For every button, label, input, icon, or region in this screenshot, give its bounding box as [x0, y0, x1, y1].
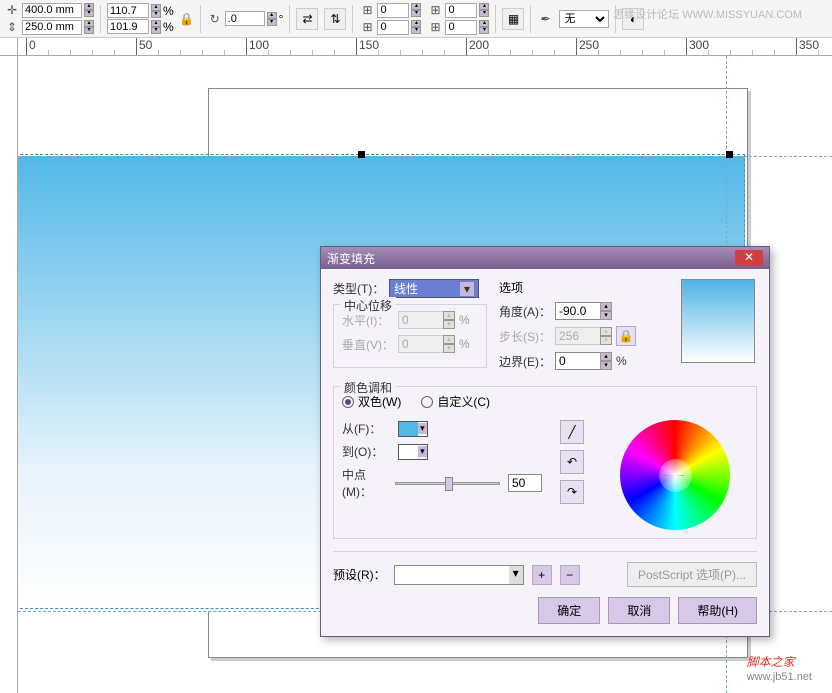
- color-wheel[interactable]: [620, 420, 730, 530]
- from-color-picker[interactable]: ▾: [398, 421, 428, 437]
- dialog-title: 渐变填充: [327, 250, 375, 267]
- position-group: ✛ ▴▾ ⇕ ▴▾: [4, 2, 94, 35]
- step-label: 步长(S)：: [499, 328, 555, 345]
- edge-input[interactable]: [555, 352, 601, 370]
- selection-handle[interactable]: [358, 151, 365, 158]
- mirror-v-button[interactable]: ⇅: [324, 8, 346, 30]
- dialog-titlebar[interactable]: 渐变填充 ✕: [321, 247, 769, 269]
- x-icon: ✛: [4, 2, 20, 18]
- gradient-fill-dialog: 渐变填充 ✕ 类型(T)： 线性▾ 中心位移 水平(I)： ▴▾ %: [320, 246, 770, 637]
- edge-spinner[interactable]: ▴▾: [600, 352, 612, 370]
- watermark-bottom: 脚本之家 www.jb51.net: [747, 650, 812, 683]
- horiz-label: 水平(I)：: [342, 312, 398, 329]
- wrap-button[interactable]: ▦: [502, 8, 524, 30]
- watermark-top: 思缘设计论坛 WWW.MISSYUAN.COM: [613, 6, 802, 22]
- mirror-h-button[interactable]: ⇄: [296, 8, 318, 30]
- pct-label: %: [163, 20, 174, 34]
- type-select[interactable]: 线性▾: [389, 279, 479, 298]
- width-spinner[interactable]: ▴▾: [84, 3, 94, 17]
- ruler-vertical[interactable]: [0, 56, 18, 693]
- cancel-button[interactable]: 取消: [608, 597, 670, 624]
- step-spinner: ▴▾: [600, 327, 612, 345]
- pct-label: %: [163, 4, 174, 18]
- preset-add-button[interactable]: +: [532, 565, 552, 585]
- midpoint-slider[interactable]: [395, 475, 500, 491]
- scale-x-input[interactable]: [107, 3, 149, 18]
- vert-spinner: ▴▾: [443, 335, 455, 353]
- grid-a-icon: ⊞: [359, 2, 375, 18]
- from-label: 从(F)：: [342, 420, 398, 437]
- scale-group: ▴▾% ▴▾%: [107, 3, 174, 34]
- scale-y-spinner[interactable]: ▴▾: [151, 20, 161, 34]
- vert-label: 垂直(V)：: [342, 336, 398, 353]
- outline-select[interactable]: 无: [559, 10, 609, 28]
- cw-path-button[interactable]: ↷: [560, 480, 584, 504]
- options-legend: 选项: [499, 279, 669, 296]
- selection-handle[interactable]: [726, 151, 733, 158]
- rotation-input[interactable]: [225, 11, 265, 26]
- step-lock-button[interactable]: 🔒: [616, 326, 636, 346]
- center-offset-group: 中心位移 水平(I)： ▴▾ % 垂直(V)： ▴▾ %: [333, 304, 487, 368]
- lock-aspect-icon[interactable]: 🔒: [180, 4, 194, 34]
- preset-remove-button[interactable]: −: [560, 565, 580, 585]
- grid-b-icon: ⊞: [359, 19, 375, 35]
- midpoint-input[interactable]: [508, 474, 542, 492]
- to-color-picker[interactable]: ▾: [398, 444, 428, 460]
- angle-spinner[interactable]: ▴▾: [600, 302, 612, 320]
- step-input: [555, 327, 601, 345]
- height-input[interactable]: [22, 20, 82, 35]
- horiz-spinner: ▴▾: [443, 311, 455, 329]
- gradient-preview: [681, 279, 755, 363]
- help-button[interactable]: 帮助(H): [678, 597, 757, 624]
- grid-a-input[interactable]: [377, 3, 409, 18]
- scale-x-spinner[interactable]: ▴▾: [151, 4, 161, 18]
- rotate-icon: ↻: [207, 11, 223, 27]
- midpoint-label: 中点(M)：: [342, 466, 395, 500]
- grid-group-2: ⊞▴▾ ⊞▴▾: [427, 2, 489, 35]
- horiz-input: [398, 311, 444, 329]
- colors-legend: 颜色调和: [340, 379, 396, 396]
- width-input[interactable]: [22, 3, 82, 18]
- color-blend-group: 颜色调和 双色(W) 自定义(C) 从(F)： ▾ 到(O)： ▾ 中点(M): [333, 386, 757, 539]
- vert-input: [398, 335, 444, 353]
- deg-label: °: [279, 12, 284, 26]
- postscript-button: PostScript 选项(P)...: [627, 562, 757, 587]
- ok-button[interactable]: 确定: [538, 597, 600, 624]
- height-spinner[interactable]: ▴▾: [84, 20, 94, 34]
- rotation-spinner[interactable]: ▴▾: [267, 12, 277, 26]
- ccw-path-button[interactable]: ↶: [560, 450, 584, 474]
- edge-label: 边界(E)：: [499, 353, 555, 370]
- angle-label: 角度(A)：: [499, 303, 555, 320]
- grid-c-icon: ⊞: [427, 2, 443, 18]
- to-label: 到(O)：: [342, 443, 398, 460]
- ruler-horizontal[interactable]: 050100150200250300350: [18, 38, 832, 56]
- grid-c-input[interactable]: [445, 3, 477, 18]
- pen-icon: ✒: [537, 11, 553, 27]
- ruler-corner[interactable]: [0, 38, 18, 56]
- center-legend: 中心位移: [340, 297, 396, 314]
- grid-group: ⊞▴▾ ⊞▴▾: [359, 2, 421, 35]
- custom-color-radio[interactable]: 自定义(C): [421, 393, 490, 410]
- direct-path-button[interactable]: ╱: [560, 420, 584, 444]
- angle-input[interactable]: [555, 302, 601, 320]
- grid-d-input[interactable]: [445, 20, 477, 35]
- preset-label: 预设(R)：: [333, 566, 386, 583]
- scale-y-input[interactable]: [107, 19, 149, 34]
- type-label: 类型(T)：: [333, 280, 389, 297]
- grid-d-icon: ⊞: [427, 19, 443, 35]
- y-icon: ⇕: [4, 19, 20, 35]
- close-button[interactable]: ✕: [735, 250, 763, 266]
- grid-b-input[interactable]: [377, 20, 409, 35]
- preset-select[interactable]: ▾: [394, 565, 524, 585]
